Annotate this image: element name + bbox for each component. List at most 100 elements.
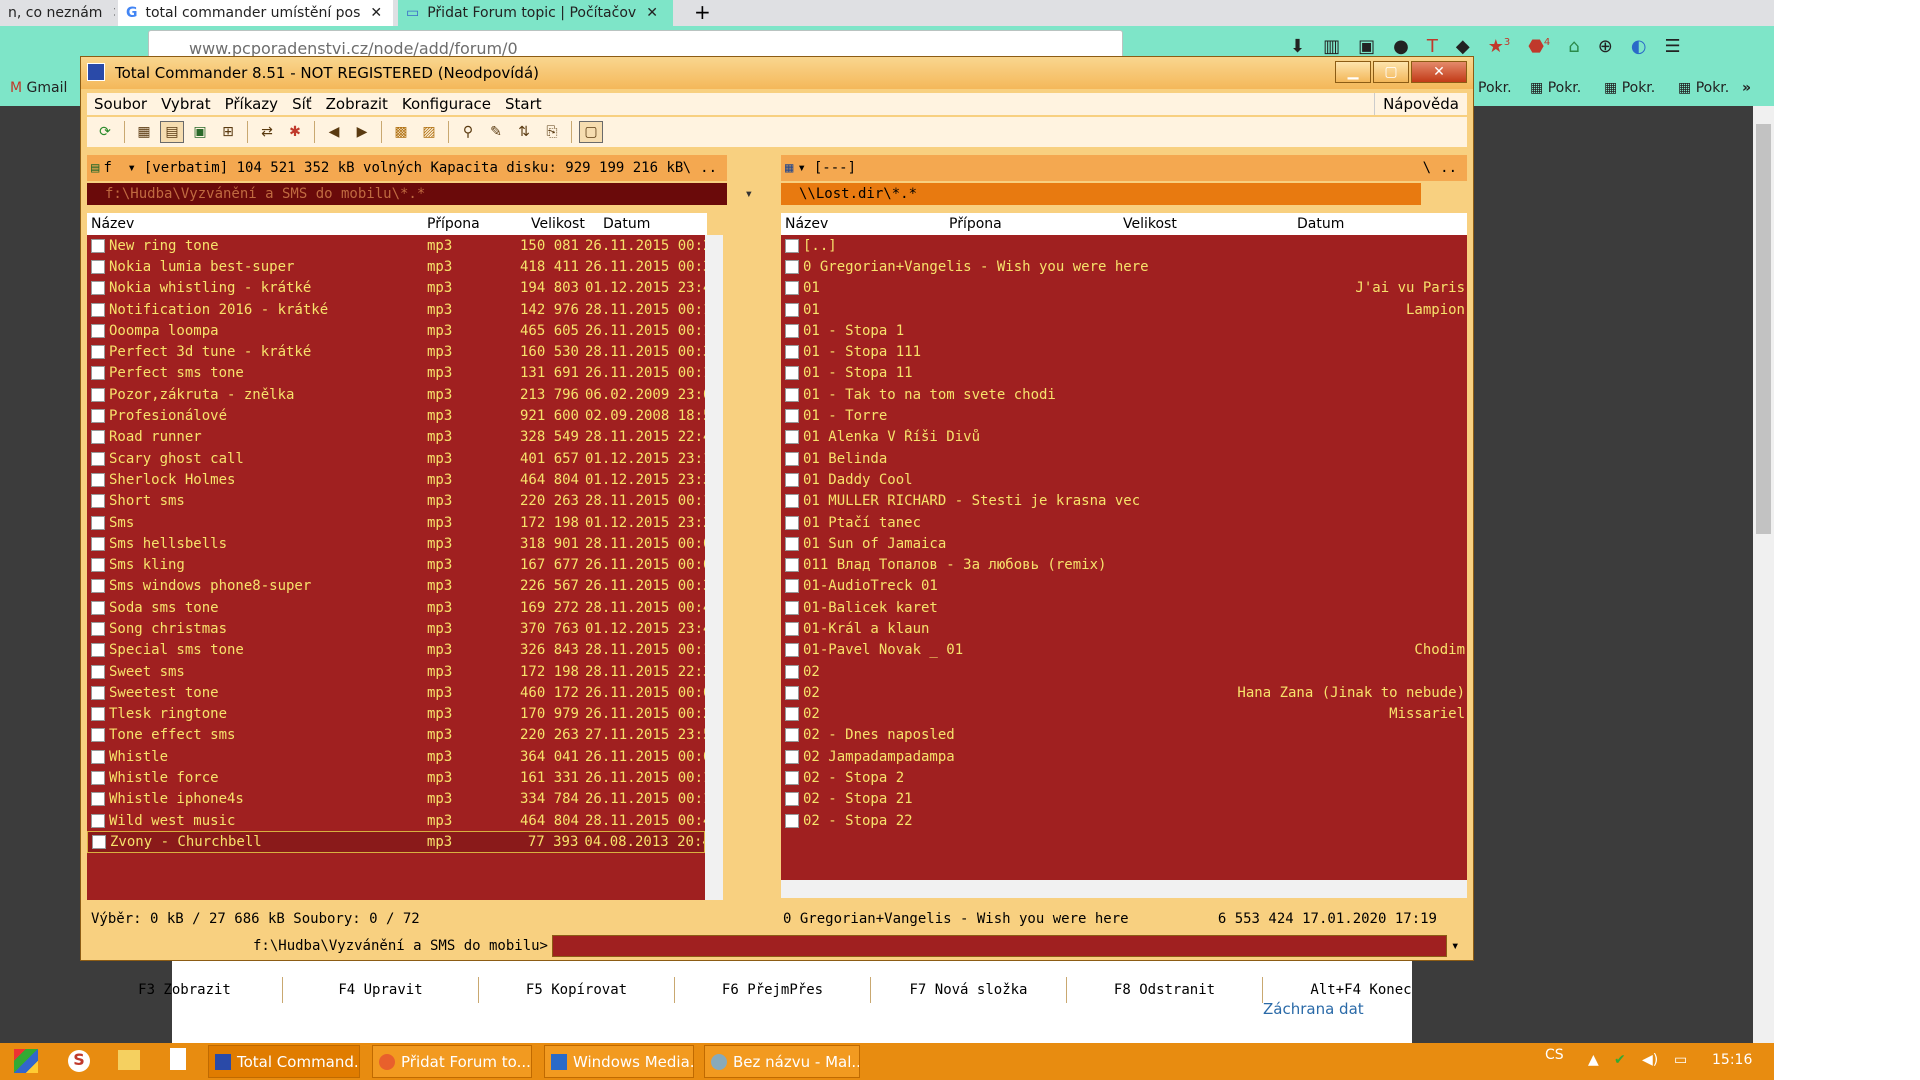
root-button[interactable]: \ — [1423, 160, 1431, 176]
file-row[interactable]: Whistle mp3 364 041 26.11.2015 00:07 — [87, 746, 705, 767]
file-row[interactable]: Sherlock Holmes mp3 464 804 01.12.2015 23:3… — [87, 469, 705, 490]
menu-zobrazit[interactable]: Zobrazit — [319, 95, 395, 113]
folder-icon[interactable] — [118, 1050, 140, 1070]
f8-delete-button[interactable]: F8 Odstranit — [1067, 977, 1263, 1003]
f4-edit-button[interactable]: F4 Upravit — [283, 977, 479, 1003]
root-button[interactable]: \ — [683, 160, 691, 176]
volume-icon[interactable]: ◀) — [1642, 1052, 1658, 1068]
browser-tab-2[interactable]: Gtotal commander umístění pos ✕ — [118, 0, 393, 26]
right-file-list[interactable]: [..] 0 Gregorian+Vangelis - Wish you were… — [781, 235, 1467, 880]
clock[interactable]: 15:16 — [1712, 1052, 1752, 1068]
file-row[interactable]: Perfect 3d tune - krátké mp3 160 530 28.11.… — [87, 341, 705, 362]
tc-titlebar[interactable]: Total Commander 8.51 - NOT REGISTERED (N… — [81, 57, 1473, 89]
close-button[interactable]: ✕ — [1411, 61, 1467, 83]
file-row[interactable]: Sweet sms mp3 172 198 28.11.2015 22:38 — [87, 661, 705, 682]
file-row[interactable]: 01-AudioTreck 01 — [781, 576, 1467, 597]
file-row[interactable]: 01 - Tak to na tom svete chodi — [781, 384, 1467, 405]
up-button[interactable]: .. — [700, 160, 717, 176]
file-row[interactable]: Profesionálové mp3 921 600 02.09.2008 18:53 — [87, 405, 705, 426]
file-row[interactable]: Sms mp3 172 198 01.12.2015 23:29 — [87, 512, 705, 533]
col-datum[interactable]: Datum — [1293, 216, 1443, 232]
new-tab-button[interactable]: + — [694, 0, 711, 24]
page-scrollbar-thumb[interactable] — [1756, 124, 1771, 534]
thumbnail-icon[interactable]: ▣ — [188, 121, 212, 143]
file-row[interactable]: 02 - Stopa 21 — [781, 789, 1467, 810]
file-row[interactable]: Sms hellsbells mp3 318 901 28.11.2015 00:08 — [87, 533, 705, 554]
file-row[interactable]: 01-Pavel Novak _ 01 Chodim — [781, 640, 1467, 661]
file-row[interactable]: Tlesk ringtone mp3 170 979 26.11.2015 00:25 — [87, 704, 705, 725]
file-row[interactable]: 01 Daddy Cool — [781, 469, 1467, 490]
menu-konfigurace[interactable]: Konfigurace — [395, 95, 498, 113]
file-row[interactable]: 02 - Stopa 22 — [781, 810, 1467, 831]
s-app-icon[interactable]: S — [68, 1050, 90, 1072]
file-row[interactable]: Ooompa loompa mp3 465 605 26.11.2015 00:14 — [87, 320, 705, 341]
maximize-button[interactable]: ▢ — [1373, 61, 1409, 83]
bookmark-overflow-button[interactable]: » — [1742, 80, 1751, 96]
network-tray-icon[interactable]: ▭ — [1674, 1052, 1687, 1068]
library-icon[interactable]: ▥ — [1323, 36, 1340, 57]
up-button[interactable]: .. — [1440, 160, 1457, 176]
full-view-icon[interactable]: ▤ — [160, 121, 184, 143]
menu-napoveda[interactable]: Nápověda — [1374, 93, 1467, 115]
home-icon[interactable]: ⌂ — [1568, 36, 1579, 57]
file-row[interactable]: 01 - Stopa 11 — [781, 363, 1467, 384]
col-pripona[interactable]: Přípona — [945, 216, 1119, 232]
left-drive-select[interactable]: f — [103, 160, 127, 176]
adblock-icon[interactable]: ⬣4 — [1528, 36, 1550, 57]
bookmark-pokr-1[interactable]: Pokr. — [1478, 80, 1512, 96]
file-row[interactable]: 01 Lampion — [781, 299, 1467, 320]
right-hscrollbar[interactable] — [781, 880, 1467, 898]
file-row[interactable]: 0 Gregorian+Vangelis - Wish you were her… — [781, 256, 1467, 277]
file-row[interactable]: 01 MULLER RICHARD - Stesti je krasna vec — [781, 491, 1467, 512]
refresh-icon[interactable]: ⟳ — [93, 121, 117, 143]
bookmark-pokr-3[interactable]: ▦ Pokr. — [1604, 80, 1655, 96]
bookmark-gmail[interactable]: M Gmail — [10, 80, 67, 96]
file-row[interactable]: 02 Hana Zana (Jinak to nebude) — [781, 682, 1467, 703]
forward-icon[interactable]: ▶ — [350, 121, 374, 143]
file-row[interactable]: Song christmas mp3 370 763 01.12.2015 23:48 — [87, 618, 705, 639]
menu-start[interactable]: Start — [498, 95, 549, 113]
tree-icon[interactable]: ⊞ — [216, 121, 240, 143]
menu-soubor[interactable]: Soubor — [87, 95, 154, 113]
unpack-icon[interactable]: ▨ — [417, 121, 441, 143]
brief-view-icon[interactable]: ▦ — [132, 121, 156, 143]
f5-copy-button[interactable]: F5 Kopírovat — [479, 977, 675, 1003]
minimize-button[interactable]: ▁ — [1335, 61, 1371, 83]
pack-icon[interactable]: ▩ — [389, 121, 413, 143]
file-row[interactable]: 01 J'ai vu Paris — [781, 278, 1467, 299]
file-row[interactable]: 01 - Stopa 1 — [781, 320, 1467, 341]
edge-icon[interactable]: ◐ — [1631, 36, 1647, 57]
browser-tab-1[interactable]: n, co neznám ✕ — [0, 0, 115, 26]
command-dropdown-icon[interactable]: ▾ — [1451, 938, 1459, 954]
file-row[interactable]: Perfect sms tone mp3 131 691 26.11.2015 00:… — [87, 363, 705, 384]
dropdown-icon[interactable]: ▾ — [797, 160, 805, 176]
file-row[interactable]: Notification 2016 - krátké mp3 142 976 28.1… — [87, 299, 705, 320]
tray-check-icon[interactable]: ✔ — [1614, 1052, 1626, 1068]
file-row[interactable]: 01 Belinda — [781, 448, 1467, 469]
dropdown-icon[interactable]: ▾ — [127, 160, 135, 176]
file-row[interactable]: 011 Влад Топалов - За любовь (remix) — [781, 554, 1467, 575]
f3-view-button[interactable]: F3 Zobrazit — [87, 977, 283, 1003]
file-row[interactable]: Whistle iphone4s mp3 334 784 26.11.2015 00:… — [87, 789, 705, 810]
back-icon[interactable]: ◀ — [322, 121, 346, 143]
file-row[interactable]: 01 Ptačí tanec — [781, 512, 1467, 533]
file-row[interactable]: 02 - Dnes naposled — [781, 725, 1467, 746]
file-row[interactable]: Scary ghost call mp3 401 657 01.12.2015 23:… — [87, 448, 705, 469]
t-icon[interactable]: T — [1427, 36, 1438, 57]
language-indicator[interactable]: CS — [1545, 1047, 1564, 1063]
bookmark-pokr-4[interactable]: ▦ Pokr. — [1678, 80, 1729, 96]
file-row[interactable]: Pozor,zákruta - znělka mp3 213 796 06.02.20… — [87, 384, 705, 405]
col-velikost[interactable]: Velikost — [1119, 216, 1293, 232]
file-row[interactable]: Soda sms tone mp3 169 272 28.11.2015 00:44 — [87, 597, 705, 618]
left-file-list[interactable]: New ring tonemp3150 08126.11.2015 00:24N… — [87, 235, 705, 900]
file-row[interactable]: Nokia whistling - krátké mp3 194 803 01.12.… — [87, 278, 705, 299]
col-pripona[interactable]: Přípona — [423, 216, 527, 232]
f7-newfolder-button[interactable]: F7 Nová složka — [871, 977, 1067, 1003]
close-icon[interactable]: ✕ — [646, 5, 658, 21]
sync-icon[interactable]: ⇅ — [512, 121, 536, 143]
browser-tab-3[interactable]: ▭ Přidat Forum topic | Počítačov ✕ — [398, 0, 673, 26]
menu-icon[interactable]: ☰ — [1665, 36, 1681, 57]
command-input[interactable] — [552, 935, 1447, 957]
f6-move-button[interactable]: F6 PřejmPřes — [675, 977, 871, 1003]
altf4-exit-button[interactable]: Alt+F4 Konec — [1263, 977, 1459, 1003]
